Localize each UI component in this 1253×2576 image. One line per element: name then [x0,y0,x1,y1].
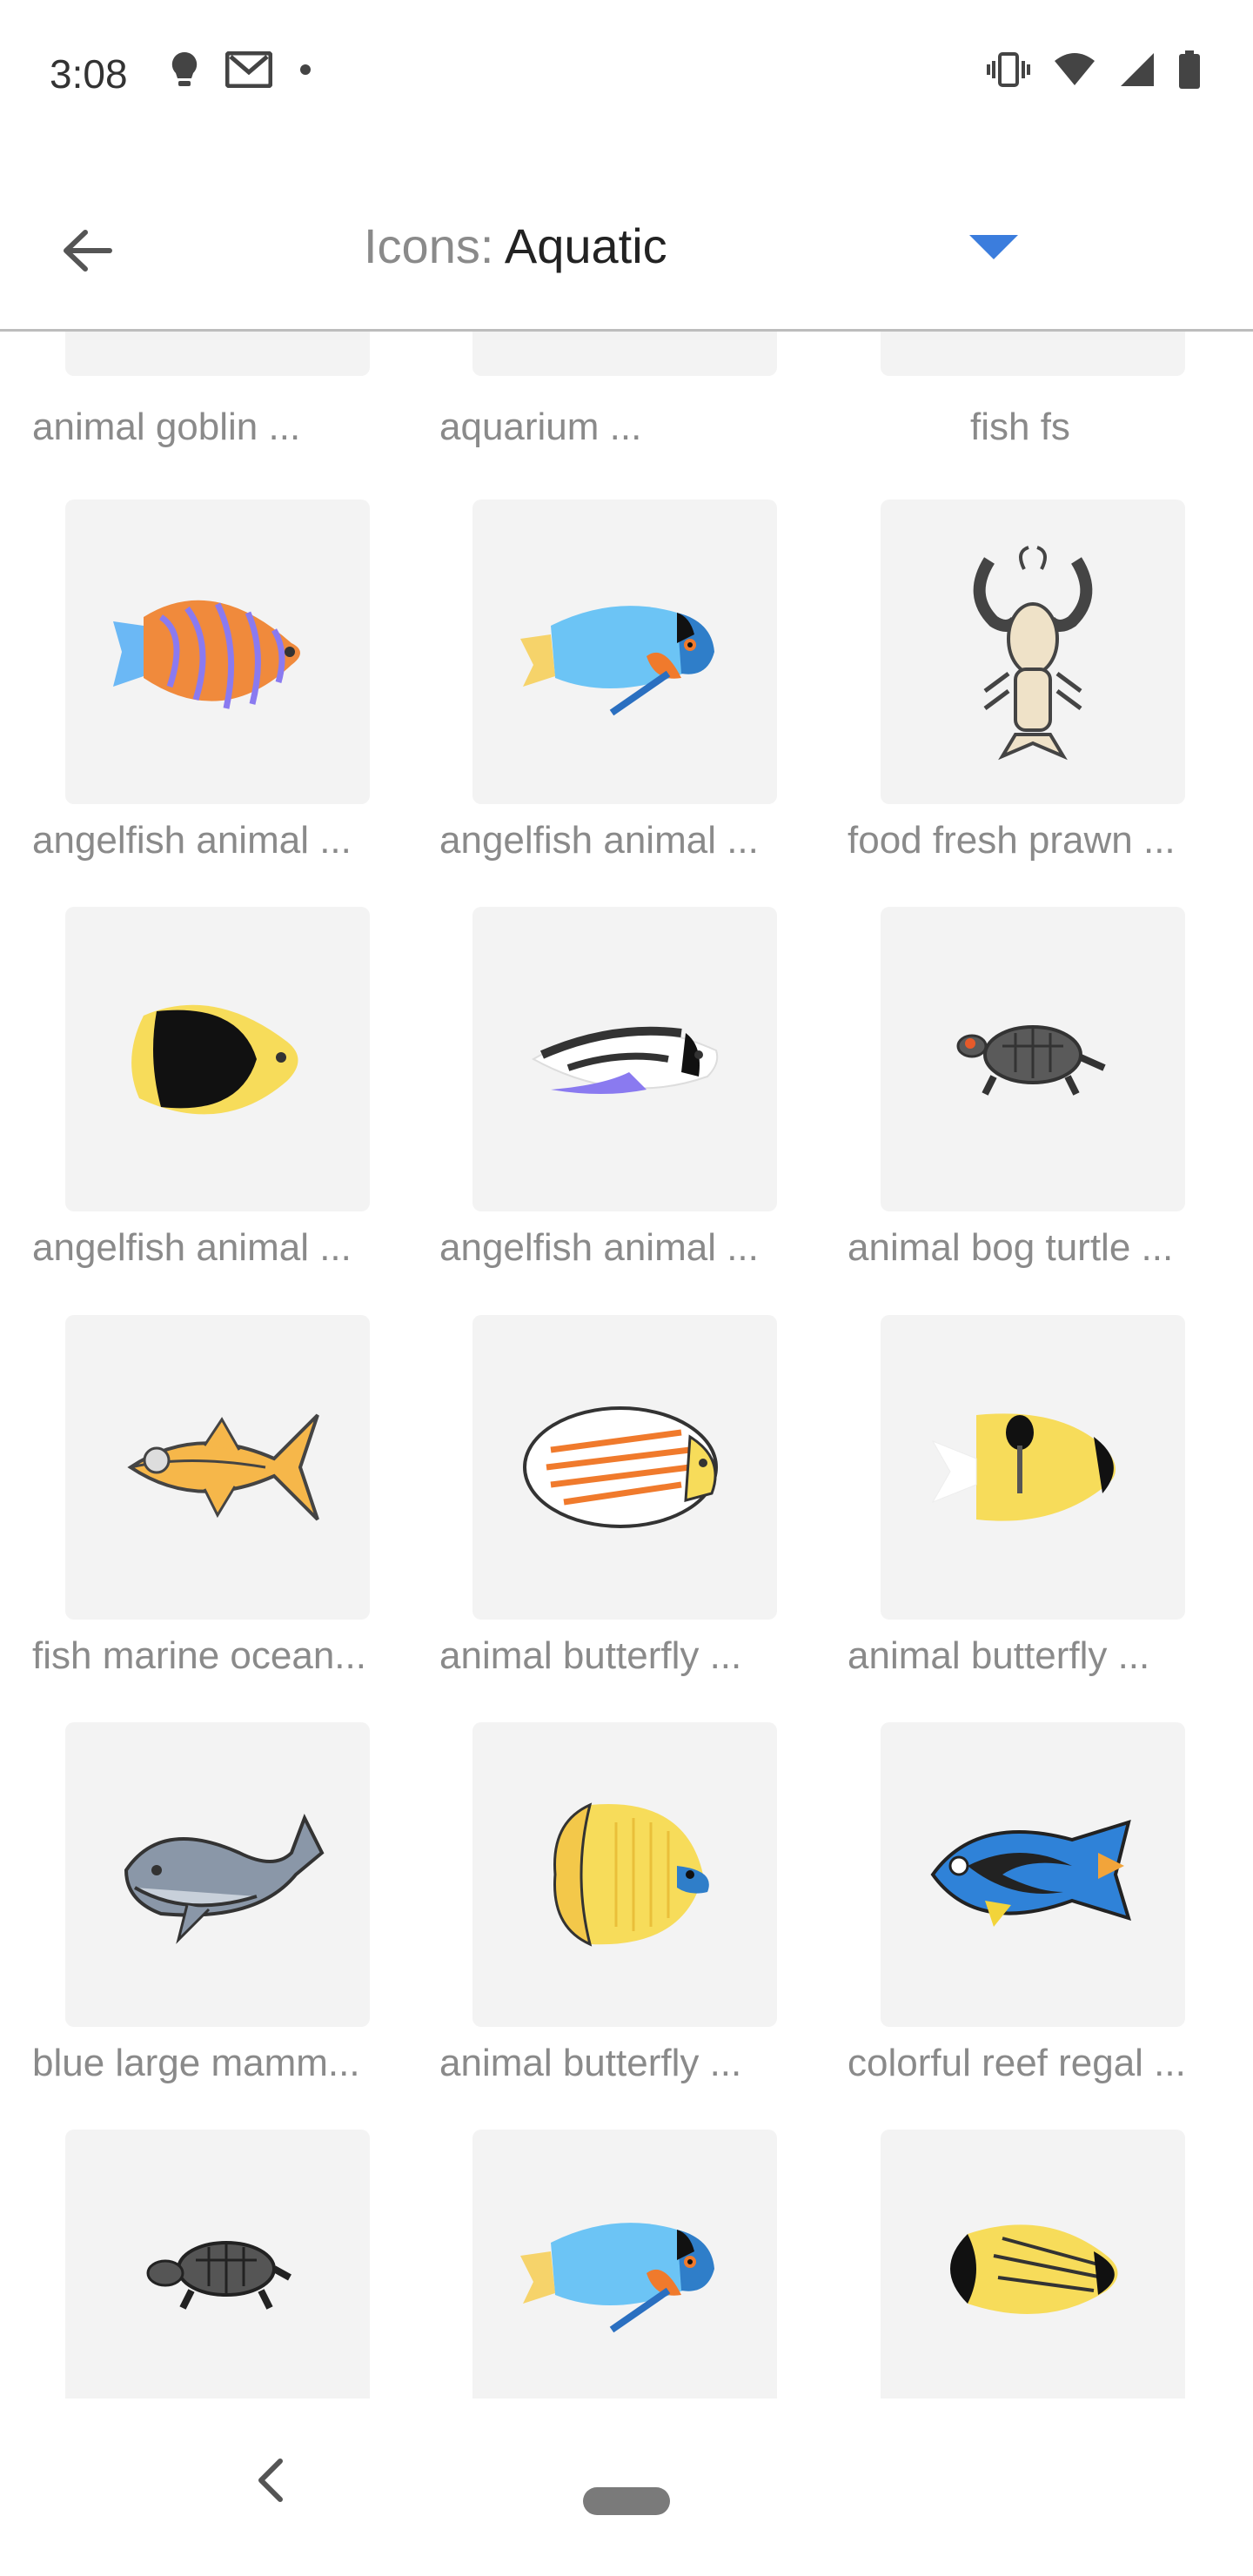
icon-label: animal butterfly ... [439,1634,742,1677]
wifi-icon [1055,53,1095,85]
status-system-icons [987,50,1201,89]
back-button[interactable] [52,216,122,285]
butterflyfish-icon [553,1802,709,1947]
angelfish-icon [520,606,714,716]
butterflyfish-icon [950,2224,1118,2314]
icon-tile[interactable] [65,332,370,376]
icon-label: angelfish animal ... [32,1226,352,1269]
icon-label: animal goblin ... [32,406,301,448]
lightbulb-icon [171,51,198,86]
vibrate-icon [987,52,1030,87]
turtle-icon [956,1025,1106,1096]
icon-label: colorful reef regal ... [848,2042,1186,2084]
whale-icon [124,1814,325,1944]
icon-tile[interactable] [472,2130,777,2398]
icon-tile[interactable] [881,332,1185,376]
icon-tile[interactable] [881,500,1185,804]
icon-tile[interactable] [472,500,777,804]
nav-back-icon[interactable] [252,2454,287,2506]
icon-tile[interactable] [65,2130,370,2398]
icon-label: animal bog turtle ... [848,1226,1174,1269]
icon-label: food fresh prawn ... [848,819,1176,862]
butterflyfish-icon [523,1406,718,1528]
icon-label: animal butterfly ... [439,2042,742,2084]
icon-tile[interactable] [65,500,370,804]
status-bar: 3:08 [0,0,1253,148]
icon-label: fish marine ocean... [32,1634,366,1677]
regal-tang-icon [930,1820,1131,1927]
icon-tile[interactable] [65,907,370,1211]
icon-tile[interactable] [472,1722,777,2027]
icon-label: angelfish animal ... [439,819,759,862]
battery-icon [1179,50,1200,89]
angelfish-icon [531,1026,719,1094]
dropdown-triangle-icon[interactable] [968,233,1020,261]
toolbar: Icons: Aquatic [0,174,1253,332]
category-selector[interactable]: Icons: Aquatic [364,218,667,274]
icon-label: blue large mamm... [32,2042,360,2084]
category-value: Aquatic [504,218,667,273]
status-time: 3:08 [50,51,128,97]
home-pill[interactable] [583,2487,670,2515]
icon-tile[interactable] [472,907,777,1211]
icon-tile[interactable] [881,1722,1185,2027]
title-prefix: Icons: [364,218,494,273]
icon-tile[interactable] [65,1722,370,2027]
dot-icon [300,64,311,75]
icon-tile[interactable] [472,1315,777,1620]
angelfish-icon [131,1004,298,1115]
icon-label: angelfish animal ... [32,819,352,862]
signal-icon [1121,53,1154,86]
icon-label: aquarium ... [439,406,642,448]
icon-tile[interactable] [881,2130,1185,2398]
tuna-icon [127,1413,319,1521]
turtle-icon [146,2241,291,2310]
icon-label: angelfish animal ... [439,1226,759,1269]
icon-grid: animal goblin ... aquarium ... fish fs a… [0,332,1253,2398]
status-notification-icons [170,50,312,89]
arrow-back-icon [64,230,112,272]
icon-label: animal butterfly ... [848,1634,1150,1677]
angelfish-icon [113,600,300,709]
icon-tile[interactable] [65,1315,370,1620]
angelfish-icon [520,2223,714,2333]
icon-tile[interactable] [472,332,777,376]
prawn-icon [973,546,1093,761]
icon-label: fish fs [970,406,1070,448]
butterflyfish-icon [931,1413,1116,1521]
icon-tile[interactable] [881,907,1185,1211]
gmail-icon [225,51,272,88]
icon-tile[interactable] [881,1315,1185,1620]
